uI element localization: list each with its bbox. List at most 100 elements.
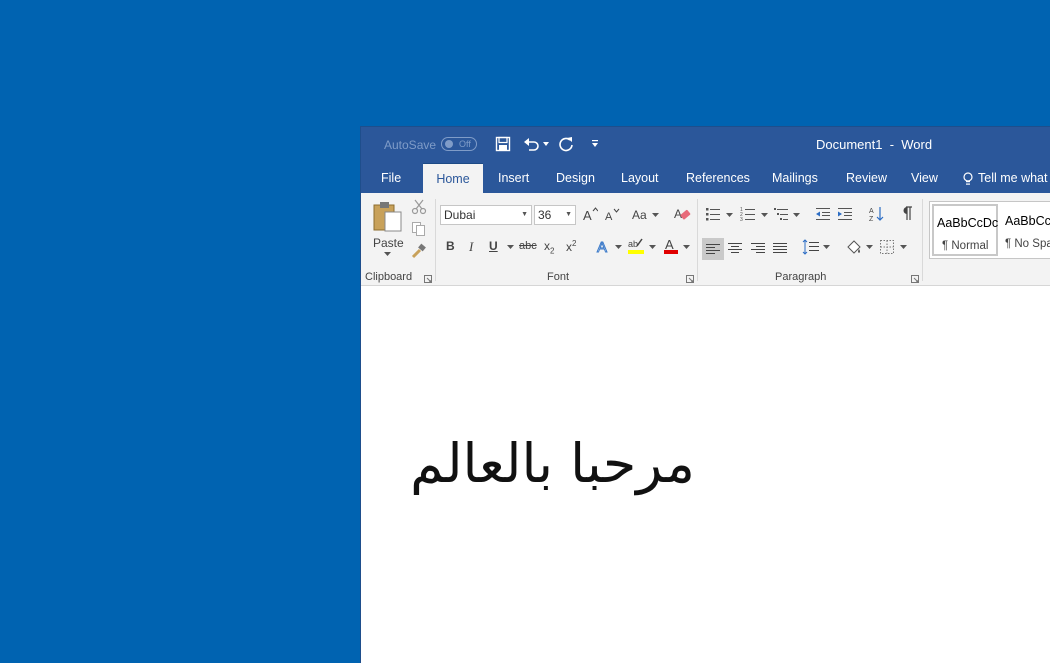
group-separator: [922, 199, 923, 281]
numbering-icon[interactable]: 123: [740, 206, 756, 222]
autosave-label: AutoSave: [384, 138, 437, 152]
line-spacing-icon[interactable]: [802, 239, 820, 255]
clipboard-launcher-icon[interactable]: [424, 275, 432, 283]
show-formatting-marks-icon[interactable]: [901, 205, 913, 221]
tab-layout[interactable]: Layout: [621, 163, 659, 193]
paragraph-group-label: Paragraph: [775, 271, 827, 283]
grow-font-icon[interactable]: A: [582, 206, 598, 222]
format-painter-icon[interactable]: [411, 243, 427, 259]
title-bar: AutoSave Off Document1 - Word: [361, 127, 1050, 163]
highlight-color-icon[interactable]: ab: [627, 237, 645, 255]
multilevel-dropdown-icon[interactable]: [793, 213, 800, 218]
font-name-value: Dubai: [444, 208, 476, 222]
paste-label[interactable]: Paste: [373, 236, 404, 250]
paste-dropdown-icon[interactable]: [384, 252, 391, 257]
change-case-button[interactable]: Aa: [632, 208, 647, 222]
text-effects-dropdown-icon[interactable]: [615, 245, 622, 250]
numbering-dropdown-icon[interactable]: [761, 213, 768, 218]
tab-mailings[interactable]: Mailings: [772, 163, 818, 193]
font-color-dropdown-icon[interactable]: [683, 245, 690, 250]
svg-text:ab: ab: [628, 239, 638, 249]
shading-dropdown-icon[interactable]: [866, 245, 873, 250]
save-icon[interactable]: [495, 136, 511, 152]
clipboard-group-label: Clipboard: [365, 271, 413, 283]
align-center-icon[interactable]: [727, 240, 743, 256]
toggle-knob: [445, 140, 453, 148]
customize-toolbar-icon[interactable]: [591, 139, 599, 149]
ribbon-tabs: File Home Insert Design Layout Reference…: [361, 163, 1050, 194]
autosave-toggle[interactable]: Off: [441, 137, 477, 151]
font-size-combo[interactable]: 36 ▼: [534, 205, 576, 225]
align-left-button[interactable]: [702, 238, 724, 260]
align-right-icon[interactable]: [750, 240, 766, 256]
paste-icon[interactable]: [373, 200, 403, 232]
style-preview: AaBbCc: [1005, 214, 1050, 228]
text-effects-icon[interactable]: A: [596, 238, 612, 255]
multilevel-list-icon[interactable]: [773, 206, 789, 222]
line-spacing-dropdown-icon[interactable]: [823, 245, 830, 250]
font-launcher-icon[interactable]: [686, 275, 694, 283]
paragraph-launcher-icon[interactable]: [911, 275, 919, 283]
shading-icon[interactable]: [845, 238, 863, 256]
change-case-dropdown-icon[interactable]: [652, 213, 659, 218]
increase-indent-icon[interactable]: [837, 206, 853, 222]
tab-design[interactable]: Design: [556, 163, 595, 193]
document-title: Document1 - Word: [816, 137, 933, 152]
copy-icon[interactable]: [411, 221, 427, 237]
underline-dropdown-icon[interactable]: [507, 245, 514, 250]
tell-me-text: Tell me what: [978, 171, 1048, 185]
highlight-dropdown-icon[interactable]: [649, 245, 656, 250]
svg-text:Z: Z: [869, 216, 874, 223]
underline-button[interactable]: U: [489, 239, 498, 253]
svg-text:A: A: [674, 207, 682, 221]
group-separator: [435, 199, 436, 281]
bullets-icon[interactable]: [705, 206, 721, 222]
autosave-state: Off: [459, 139, 471, 149]
borders-dropdown-icon[interactable]: [900, 245, 907, 250]
svg-text:A: A: [583, 208, 592, 222]
svg-text:A: A: [869, 208, 874, 215]
style-name: ¶ No Spa: [1005, 238, 1050, 250]
ribbon-home: Paste Clipboard Dubai ▼ 36 ▼ A A Aa A B …: [361, 193, 1050, 286]
font-size-value: 36: [538, 208, 552, 222]
subscript-button[interactable]: x2: [544, 239, 554, 255]
bold-button[interactable]: B: [446, 239, 455, 253]
borders-icon[interactable]: [879, 239, 895, 255]
document-canvas[interactable]: مرحبا بالعالم: [361, 286, 1050, 663]
justify-icon[interactable]: [772, 240, 788, 256]
tab-references[interactable]: References: [686, 163, 750, 193]
style-no-spacing[interactable]: AaBbCc ¶ No Spa: [1002, 204, 1050, 256]
tell-me-search[interactable]: Tell me what: [963, 163, 1047, 193]
svg-text:A: A: [665, 237, 674, 252]
redo-icon[interactable]: [558, 136, 574, 152]
svg-text:A: A: [597, 239, 607, 254]
cut-icon[interactable]: [411, 199, 427, 215]
undo-icon[interactable]: [523, 136, 549, 152]
tab-review[interactable]: Review: [846, 163, 887, 193]
sort-icon[interactable]: AZ: [869, 205, 885, 223]
decrease-indent-icon[interactable]: [815, 206, 831, 222]
font-group-label: Font: [547, 271, 570, 283]
font-name-combo[interactable]: Dubai ▼: [440, 205, 532, 225]
chevron-down-icon: ▼: [521, 211, 528, 218]
chevron-down-icon: ▼: [565, 211, 572, 218]
group-separator: [697, 199, 698, 281]
clear-formatting-icon[interactable]: A: [674, 206, 692, 222]
italic-button[interactable]: I: [469, 239, 473, 255]
tab-insert[interactable]: Insert: [498, 163, 529, 193]
word-window: AutoSave Off Document1 - Word File Home …: [360, 126, 1050, 663]
font-color-icon[interactable]: A: [663, 237, 679, 255]
svg-text:A: A: [605, 211, 613, 223]
shrink-font-icon[interactable]: A: [604, 207, 620, 223]
document-body-text[interactable]: مرحبا بالعالم: [385, 424, 695, 504]
lightbulb-icon: [963, 172, 973, 186]
strikethrough-button[interactable]: abc: [519, 240, 537, 252]
svg-text:3: 3: [740, 217, 743, 222]
tab-home[interactable]: Home: [423, 163, 483, 194]
bullets-dropdown-icon[interactable]: [726, 213, 733, 218]
style-normal[interactable]: AaBbCcDc ¶ Normal: [932, 204, 998, 256]
superscript-button[interactable]: x2: [566, 239, 576, 254]
tab-file[interactable]: File: [381, 163, 401, 193]
tab-view[interactable]: View: [911, 163, 938, 193]
style-preview: AaBbCcDc: [937, 216, 999, 230]
